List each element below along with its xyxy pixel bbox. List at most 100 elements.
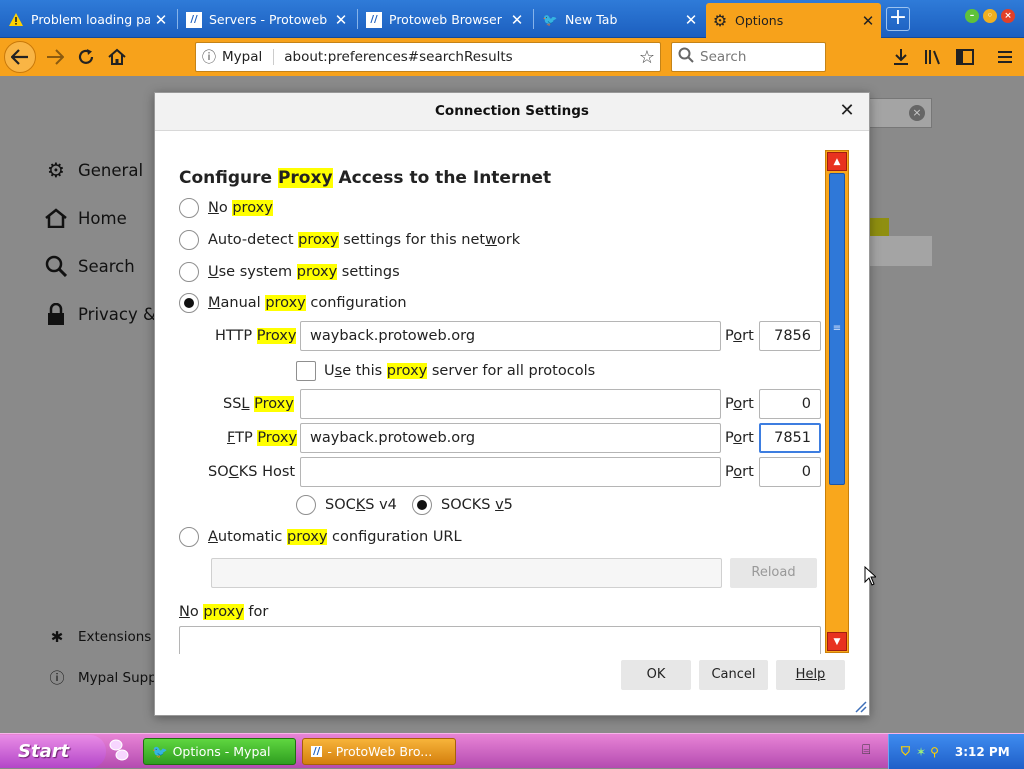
maximize-icon[interactable]: ◦ xyxy=(983,9,997,23)
gear-icon: ⚙ xyxy=(712,11,728,30)
close-icon[interactable]: ✕ xyxy=(835,99,859,123)
scrollbar-thumb[interactable]: ≡ xyxy=(829,173,845,485)
socks-port-input[interactable]: 0 xyxy=(759,457,821,487)
network-tray-icon[interactable]: ✶ xyxy=(916,745,926,759)
radio-no-proxy[interactable]: No proxy xyxy=(179,198,273,218)
radio-button-selected[interactable] xyxy=(179,293,199,313)
heading-text: Access to the Internet xyxy=(332,168,552,188)
ftp-port-input[interactable]: 7851 xyxy=(759,423,821,453)
minimize-icon[interactable]: – xyxy=(965,9,979,23)
task-label: Options - Mypal xyxy=(172,744,271,759)
search-placeholder: Search xyxy=(700,49,747,65)
dialog-titlebar: Connection Settings ✕ xyxy=(155,93,869,131)
start-button[interactable]: Start xyxy=(0,735,106,768)
socks-host-input[interactable] xyxy=(300,457,721,487)
pref-category-search[interactable]: Search xyxy=(44,254,135,278)
radio-auto-detect[interactable]: Auto-detect proxy settings for this netw… xyxy=(179,230,520,250)
bookmark-star-icon[interactable]: ☆ xyxy=(634,47,660,68)
ssl-proxy-input[interactable] xyxy=(300,389,721,419)
pref-search-box[interactable]: × xyxy=(868,98,932,128)
heading-text: Configure xyxy=(179,168,278,188)
dialog-scrollbar[interactable]: ▲ ≡ ▼ xyxy=(825,150,849,653)
scroll-up-icon[interactable]: ▲ xyxy=(827,152,847,171)
pref-category-home[interactable]: Home xyxy=(44,206,127,230)
protoweb-icon: // xyxy=(311,746,323,757)
pref-category-privacy[interactable]: Privacy & S xyxy=(44,302,172,326)
radio-button-selected[interactable] xyxy=(412,495,432,515)
ok-button[interactable]: OK xyxy=(621,660,691,690)
radio-socks-v5[interactable]: SOCKS v5 xyxy=(412,495,513,515)
taskbar-item-protoweb[interactable]: // - ProtoWeb Bro... xyxy=(302,738,456,765)
close-icon[interactable]: ✕ xyxy=(861,12,875,30)
socks-host-label: SOCKS Host xyxy=(208,464,296,480)
taskbar-item-options-mypal[interactable]: 🐦 Options - Mypal xyxy=(143,738,296,765)
radio-auto-config-url[interactable]: Automatic proxy configuration URL xyxy=(179,527,462,547)
tab-protoweb-browser[interactable]: // Protoweb Browser ✕ xyxy=(360,5,530,34)
radio-button[interactable] xyxy=(179,230,199,250)
radio-manual-proxy[interactable]: Manual proxy configuration xyxy=(179,293,407,313)
help-label: Help xyxy=(795,667,826,682)
radio-label: SOCKS v5 xyxy=(441,497,513,513)
library-button[interactable] xyxy=(918,42,948,72)
tab-options[interactable]: ⚙ Options ✕ xyxy=(706,3,881,38)
ssl-port-input[interactable]: 0 xyxy=(759,389,821,419)
url-bar[interactable]: ⓘ Mypal about:preferences#searchResults … xyxy=(195,42,661,72)
tab-problem-loading[interactable]: Problem loading pa… ✕ xyxy=(2,5,174,34)
shield-icon[interactable]: ⛉ xyxy=(901,744,910,759)
network-icon[interactable]: ⌸ xyxy=(862,742,870,758)
download-icon xyxy=(894,49,908,65)
share-proxy-checkbox[interactable]: Use this proxy server for all protocols xyxy=(296,361,595,381)
pref-category-general[interactable]: ⚙ General xyxy=(44,158,143,182)
scroll-down-icon[interactable]: ▼ xyxy=(827,632,847,651)
radio-socks-v4[interactable]: SOCKS v4 xyxy=(296,495,397,515)
close-icon[interactable]: ✕ xyxy=(334,11,348,29)
url-text[interactable]: about:preferences#searchResults xyxy=(284,49,634,65)
puzzle-icon: ✱ xyxy=(50,628,64,646)
radio-button[interactable] xyxy=(179,198,199,218)
back-button[interactable] xyxy=(4,41,36,73)
section-heading: Configure Proxy Access to the Internet xyxy=(179,168,551,188)
mouse-cursor-icon xyxy=(864,565,878,590)
settings-button-fragment[interactable] xyxy=(868,236,932,266)
checkbox[interactable] xyxy=(296,361,316,381)
resize-grip-icon[interactable] xyxy=(853,699,867,713)
tab-new-tab[interactable]: 🐦 New Tab ✕ xyxy=(536,5,704,34)
http-port-input[interactable]: 7856 xyxy=(759,321,821,351)
lock-icon xyxy=(44,302,68,326)
no-proxy-for-textarea[interactable] xyxy=(179,626,821,654)
ftp-proxy-input[interactable]: wayback.protoweb.org xyxy=(300,423,721,453)
close-icon[interactable]: ✕ xyxy=(684,11,698,29)
sidebar-button[interactable] xyxy=(950,42,980,72)
new-tab-button[interactable]: + xyxy=(886,7,910,31)
close-window-icon[interactable]: × xyxy=(1001,9,1015,23)
pref-support-link[interactable]: ⓘ Mypal Suppo xyxy=(48,667,165,688)
reload-button[interactable]: Reload xyxy=(730,558,817,588)
home-button[interactable] xyxy=(102,42,132,72)
radio-button[interactable] xyxy=(296,495,316,515)
protoweb-icon: // xyxy=(186,11,202,28)
port-label: Port xyxy=(725,464,754,480)
ok-label: OK xyxy=(646,667,666,682)
radio-system-proxy[interactable]: Use system proxy settings xyxy=(179,262,400,282)
radio-button[interactable] xyxy=(179,527,199,547)
http-proxy-input[interactable]: wayback.protoweb.org xyxy=(300,321,721,351)
pref-extensions-link[interactable]: ✱ Extensions & xyxy=(48,628,166,646)
info-icon[interactable]: ⓘ xyxy=(196,47,222,67)
menu-button[interactable] xyxy=(990,42,1020,72)
reload-button[interactable] xyxy=(71,42,101,72)
search-tray-icon[interactable]: ⚲ xyxy=(930,745,939,759)
radio-button[interactable] xyxy=(179,262,199,282)
clear-icon[interactable]: × xyxy=(909,105,925,121)
help-button[interactable]: Help xyxy=(776,660,845,690)
tab-servers-protoweb[interactable]: // Servers - Protoweb ✕ xyxy=(180,5,354,34)
connection-settings-dialog: Connection Settings ✕ Configure Proxy Ac… xyxy=(154,92,870,716)
downloads-button[interactable] xyxy=(886,42,916,72)
forward-button[interactable] xyxy=(40,42,70,72)
search-bar[interactable]: Search xyxy=(671,42,826,72)
tab-strip: Problem loading pa… ✕ // Servers - Proto… xyxy=(0,0,1024,38)
cancel-button[interactable]: Cancel xyxy=(699,660,768,690)
close-icon[interactable]: ✕ xyxy=(510,11,524,29)
auto-config-url-input[interactable] xyxy=(211,558,722,588)
close-icon[interactable]: ✕ xyxy=(154,11,168,29)
start-label: Start xyxy=(18,741,70,762)
